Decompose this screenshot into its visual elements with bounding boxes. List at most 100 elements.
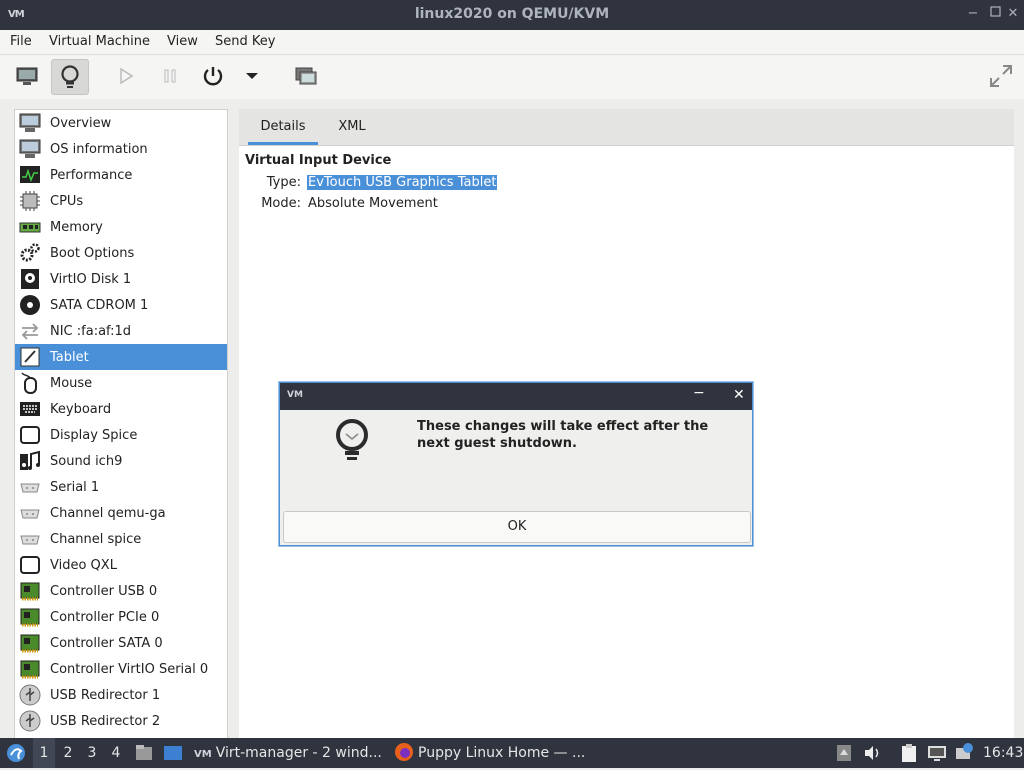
workspace-1[interactable]: 1 [33,738,55,768]
sidebar-item-label: Channel spice [50,531,142,547]
sidebar-item[interactable]: NIC :fa:af:1d [15,318,227,344]
sidebar-item[interactable]: OS information [15,136,227,162]
ok-button[interactable]: OK [283,511,751,543]
maximize-icon[interactable] [986,5,1004,23]
type-value[interactable]: EvTouch USB Graphics Tablet [307,175,498,190]
sidebar-item-label: Serial 1 [50,479,100,495]
sidebar-item-label: Tablet [50,349,89,365]
sidebar-item-label: Controller PCIe 0 [50,609,160,625]
sidebar-item[interactable]: Video QXL [15,552,227,578]
sidebar-item[interactable]: Mouse [15,370,227,396]
sidebar-item[interactable]: VirtIO Disk 1 [15,266,227,292]
sidebar-item[interactable]: Overview [15,110,227,136]
sidebar-item[interactable]: Controller PCIe 0 [15,604,227,630]
sidebar-item[interactable]: Tablet [15,344,227,370]
sidebar-item[interactable]: Controller VirtIO Serial 0 [15,656,227,682]
cdrom-icon [18,293,42,317]
video-icon [18,553,42,577]
task-firefox[interactable]: Puppy Linux Home — ... [394,738,585,768]
console-view-button[interactable] [9,59,45,93]
sidebar-item[interactable]: Display Spice [15,422,227,448]
network-monitor-icon[interactable] [927,743,947,763]
minimize-icon[interactable]: − [964,5,982,23]
monitor-icon [16,67,38,85]
play-icon [120,67,134,85]
usb-redirector-icon [18,709,42,733]
sidebar-item[interactable]: USB Redirector 2 [15,708,227,734]
sidebar-item[interactable]: Serial 1 [15,474,227,500]
sidebar-item[interactable]: SATA CDROM 1 [15,292,227,318]
sidebar-item-label: Display Spice [50,427,138,443]
sidebar-item-label: Overview [50,115,112,131]
pause-button[interactable] [152,59,188,93]
sidebar-item[interactable]: Controller SATA 0 [15,630,227,656]
sidebar-item[interactable]: Keyboard [15,396,227,422]
workspace-3[interactable]: 3 [81,738,103,768]
menu-virtual-machine[interactable]: Virtual Machine [49,34,150,49]
vm-logo-icon: VM [287,390,303,400]
dialog-minimize-icon[interactable]: − [693,385,705,401]
mode-label: Mode: [261,196,301,211]
tab-bar: Details XML [239,109,1014,146]
dialog-close-icon[interactable]: ✕ [733,387,745,403]
sidebar-item-label: SATA CDROM 1 [50,297,149,313]
sidebar-item-label: Controller VirtIO Serial 0 [50,661,209,677]
volume-icon[interactable] [863,744,881,762]
tab-details[interactable]: Details [248,109,318,145]
sidebar-item[interactable]: USB Redirector 1 [15,682,227,708]
snapshots-icon [295,67,317,85]
fullscreen-icon [990,65,1012,87]
menu-file[interactable]: File [10,34,32,49]
sidebar-item-label: Controller USB 0 [50,583,158,599]
start-menu-icon[interactable] [5,742,27,764]
fullscreen-button[interactable] [983,59,1019,93]
taskbar: 1 2 3 4 VM Virt-manager - 2 wind... Puppy… [0,738,1024,768]
window-titlebar: VM linux2020 on QEMU/KVM − ✕ [0,0,1024,30]
run-button[interactable] [108,59,144,93]
shutdown-menu-button[interactable] [234,59,270,93]
task-virt-manager[interactable]: VM Virt-manager - 2 wind... [194,738,382,768]
menu-view[interactable]: View [167,34,198,49]
monitor-icon [18,137,42,161]
show-desktop-icon[interactable] [162,743,184,763]
serial-port-icon [18,475,42,499]
sidebar-item[interactable]: Channel spice [15,526,227,552]
info-dialog: VM − ✕ These changes will take effect af… [279,382,753,546]
sidebar-item[interactable]: Boot Options [15,240,227,266]
close-icon[interactable]: ✕ [1004,5,1022,23]
update-notifier-icon[interactable] [954,742,974,762]
section-heading: Virtual Input Device [245,153,392,168]
disk-icon [18,267,42,291]
workspace-4[interactable]: 4 [105,738,127,768]
sidebar-item[interactable]: CPUs [15,188,227,214]
sidebar-item[interactable]: Performance [15,162,227,188]
shutdown-button[interactable] [195,59,231,93]
clipboard-icon[interactable] [899,743,919,763]
sidebar-item[interactable]: Controller USB 0 [15,578,227,604]
sidebar-item-label: Sound ich9 [50,453,123,469]
lightbulb-icon [61,65,79,88]
sidebar-item[interactable]: Memory [15,214,227,240]
sidebar-item-label: Performance [50,167,133,183]
snapshots-button[interactable] [288,59,324,93]
clock: 16:43 [983,745,1024,761]
sidebar-item[interactable]: Sound ich9 [15,448,227,474]
sidebar-item-label: Memory [50,219,103,235]
scroll-indicator-icon[interactable] [836,744,852,762]
sidebar-item-label: CPUs [50,193,84,209]
dialog-message: These changes will take effect after the… [417,419,709,451]
sidebar-item[interactable]: Channel qemu-ga [15,500,227,526]
cpu-chip-icon [18,189,42,213]
file-manager-icon[interactable] [134,743,154,763]
tab-xml[interactable]: XML [327,109,377,145]
task-firefox-label: Puppy Linux Home — ... [418,745,586,761]
performance-graph-icon [18,163,42,187]
workspace-2[interactable]: 2 [57,738,79,768]
menu-send-key[interactable]: Send Key [215,34,275,49]
details-view-button[interactable] [51,59,89,95]
pause-icon [164,69,176,83]
display-icon [18,423,42,447]
lightbulb-icon [336,419,368,460]
sidebar-item-label: Keyboard [50,401,112,417]
toolbar [0,55,1024,99]
